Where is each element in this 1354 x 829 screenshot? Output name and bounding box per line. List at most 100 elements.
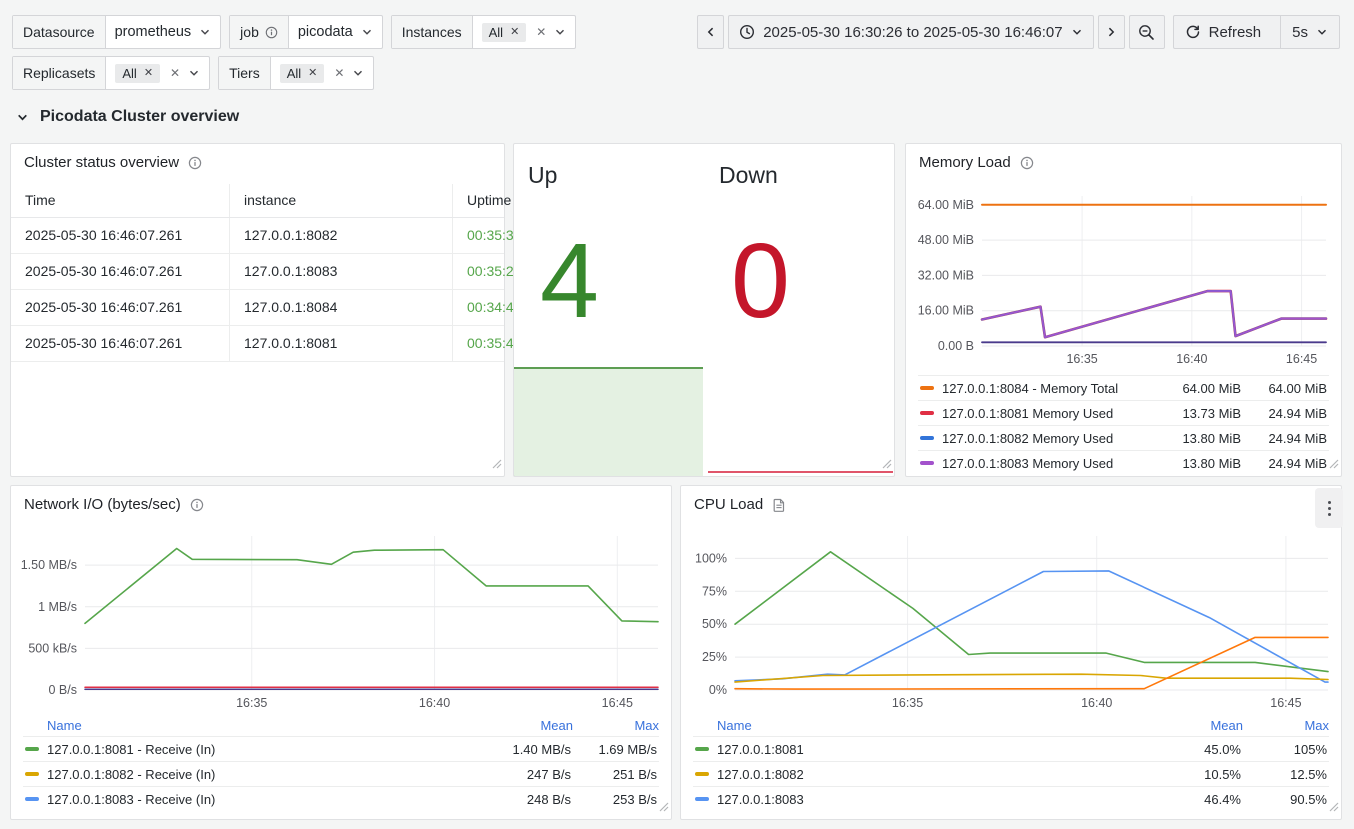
panel-title: Memory Load	[919, 154, 1011, 171]
chevron-down-icon	[361, 26, 373, 38]
cluster-status-table: Time instance Uptime 2025-05-30 16:46:07…	[11, 184, 504, 362]
svg-text:1 MB/s: 1 MB/s	[38, 600, 77, 614]
filter-replicasets-value[interactable]: All✕ ✕	[106, 57, 209, 89]
chevron-down-icon	[1316, 26, 1328, 38]
series-name[interactable]: 127.0.0.1:8081 - Receive (In)	[47, 742, 485, 757]
series-name[interactable]: 127.0.0.1:8082 - Receive (In)	[47, 767, 485, 782]
cpu-legend: Name Mean Max 127.0.0.1:808145.0%105%127…	[693, 714, 1329, 811]
stat-up-sparkline	[514, 367, 703, 476]
column-header-instance[interactable]: instance	[230, 184, 453, 218]
chip-remove-icon[interactable]: ✕	[144, 68, 153, 79]
panel-title-row[interactable]: Network I/O (bytes/sec)	[24, 496, 204, 513]
legend-header-name[interactable]: Name	[717, 718, 1157, 733]
panel-cluster-status: Cluster status overview Time instance Up…	[10, 143, 505, 477]
memory-load-chart[interactable]: 0.00 B16.00 MiB32.00 MiB48.00 MiB64.00 M…	[916, 188, 1331, 370]
legend-header-max[interactable]: Max	[1243, 718, 1329, 733]
zoom-out-time-button[interactable]	[1129, 15, 1165, 49]
cpu-load-chart[interactable]: 0%25%50%75%100%16:3516:4016:45	[691, 530, 1331, 714]
series-color-swatch	[695, 772, 709, 776]
filter-replicasets[interactable]: Replicasets All✕ ✕	[12, 56, 210, 90]
legend-header-max[interactable]: Max	[573, 718, 659, 733]
series-max: 12.5%	[1241, 767, 1327, 782]
filter-datasource-selected: prometheus	[115, 24, 192, 40]
legend-header-name[interactable]: Name	[47, 718, 487, 733]
time-range-text: 2025-05-30 16:30:26 to 2025-05-30 16:46:…	[763, 24, 1062, 41]
chip-remove-icon[interactable]: ✕	[510, 27, 519, 38]
clear-selection-icon[interactable]: ✕	[170, 66, 180, 80]
legend-header-mean[interactable]: Mean	[487, 718, 573, 733]
info-circle-icon	[265, 26, 278, 39]
panel-resize-handle[interactable]	[1327, 456, 1339, 474]
panel-title-row[interactable]: Memory Load	[919, 154, 1034, 171]
section-title: Picodata Cluster overview	[40, 108, 239, 126]
column-header-uptime[interactable]: Uptime	[453, 184, 505, 218]
panel-memory-load: Memory Load 0.00 B16.00 MiB32.00 MiB48.0…	[905, 143, 1342, 477]
clear-selection-icon[interactable]: ✕	[334, 66, 344, 80]
refresh-interval-dropdown[interactable]: 5s	[1280, 16, 1339, 48]
network-io-chart[interactable]: 0 B/s500 kB/s1 MB/s1.50 MB/s16:3516:4016…	[21, 530, 661, 714]
panel-title: Cluster status overview	[24, 154, 179, 171]
panel-title-row[interactable]: Cluster status overview	[24, 154, 202, 171]
filter-job[interactable]: job picodata	[229, 15, 383, 49]
chevron-left-icon	[705, 26, 717, 38]
series-max: 24.94 MiB	[1241, 456, 1327, 471]
cell-uptime: 00:35:42	[453, 326, 505, 362]
series-name[interactable]: 127.0.0.1:8083	[717, 792, 1155, 807]
panel-menu-button[interactable]	[1315, 488, 1343, 528]
series-name[interactable]: 127.0.0.1:8084 - Memory Total	[942, 381, 1155, 396]
svg-text:16:40: 16:40	[419, 696, 450, 710]
clear-selection-icon[interactable]: ✕	[536, 25, 546, 39]
filter-job-value[interactable]: picodata	[289, 16, 382, 48]
row-section-header[interactable]: Picodata Cluster overview	[16, 108, 239, 126]
filter-instances-label: Instances	[392, 16, 473, 48]
filter-tiers[interactable]: Tiers All✕ ✕	[218, 56, 374, 90]
column-header-time[interactable]: Time	[11, 184, 230, 218]
chip-label: All	[489, 26, 503, 39]
filter-instances[interactable]: Instances All ✕ ✕	[391, 15, 577, 49]
series-name[interactable]: 127.0.0.1:8082 Memory Used	[942, 431, 1155, 446]
panel-resize-handle[interactable]	[1327, 799, 1339, 817]
filter-datasource[interactable]: Datasource prometheus	[12, 15, 221, 49]
legend-row: 127.0.0.1:808210.5%12.5%	[693, 761, 1329, 786]
cell-uptime: 00:35:30	[453, 218, 505, 254]
stat-down: Down 0	[705, 144, 894, 476]
legend-header-mean[interactable]: Mean	[1157, 718, 1243, 733]
refresh-button[interactable]: Refresh	[1174, 16, 1273, 48]
series-name[interactable]: 127.0.0.1:8081 Memory Used	[942, 406, 1155, 421]
chip-remove-icon[interactable]: ✕	[308, 68, 317, 79]
filter-instances-value[interactable]: All ✕ ✕	[473, 16, 576, 48]
panel-resize-handle[interactable]	[657, 799, 669, 817]
panel-resize-handle[interactable]	[490, 456, 502, 474]
svg-text:100%: 100%	[695, 551, 727, 565]
legend-row: 127.0.0.1:8081 Memory Used13.73 MiB24.94…	[918, 400, 1329, 425]
series-name[interactable]: 127.0.0.1:8081	[717, 742, 1155, 757]
filter-chip[interactable]: All ✕	[482, 23, 527, 42]
series-name[interactable]: 127.0.0.1:8082	[717, 767, 1155, 782]
legend-header: Name Mean Max	[693, 714, 1329, 736]
series-max: 64.00 MiB	[1241, 381, 1327, 396]
legend-rows: 127.0.0.1:8081 - Receive (In)1.40 MB/s1.…	[23, 736, 659, 811]
series-name[interactable]: 127.0.0.1:8083 - Receive (In)	[47, 792, 485, 807]
cell-uptime: 00:34:49	[453, 290, 505, 326]
filter-datasource-label: Datasource	[13, 16, 106, 48]
filter-datasource-value[interactable]: prometheus	[106, 16, 221, 48]
series-name[interactable]: 127.0.0.1:8083 Memory Used	[942, 456, 1155, 471]
time-shift-back-button[interactable]	[697, 15, 724, 49]
table-row: 2025-05-30 16:46:07.261127.0.0.1:808400:…	[11, 290, 504, 326]
info-circle-icon[interactable]	[188, 156, 202, 170]
filter-tiers-value[interactable]: All✕ ✕	[271, 57, 374, 89]
time-shift-forward-button[interactable]	[1098, 15, 1125, 49]
info-circle-icon[interactable]	[190, 498, 204, 512]
network-legend: Name Mean Max 127.0.0.1:8081 - Receive (…	[23, 714, 659, 811]
chevron-right-icon	[1105, 26, 1117, 38]
svg-text:50%: 50%	[702, 617, 727, 631]
panel-title-row[interactable]: CPU Load	[694, 496, 786, 513]
filter-chip[interactable]: All✕	[115, 64, 160, 83]
document-icon[interactable]	[772, 498, 786, 512]
time-range-picker[interactable]: 2025-05-30 16:30:26 to 2025-05-30 16:46:…	[728, 15, 1093, 49]
info-circle-icon[interactable]	[1020, 156, 1034, 170]
chevron-down-icon	[188, 67, 200, 79]
filter-chip[interactable]: All✕	[280, 64, 325, 83]
panel-resize-handle[interactable]	[880, 456, 892, 474]
series-mean: 13.80 MiB	[1155, 456, 1241, 471]
